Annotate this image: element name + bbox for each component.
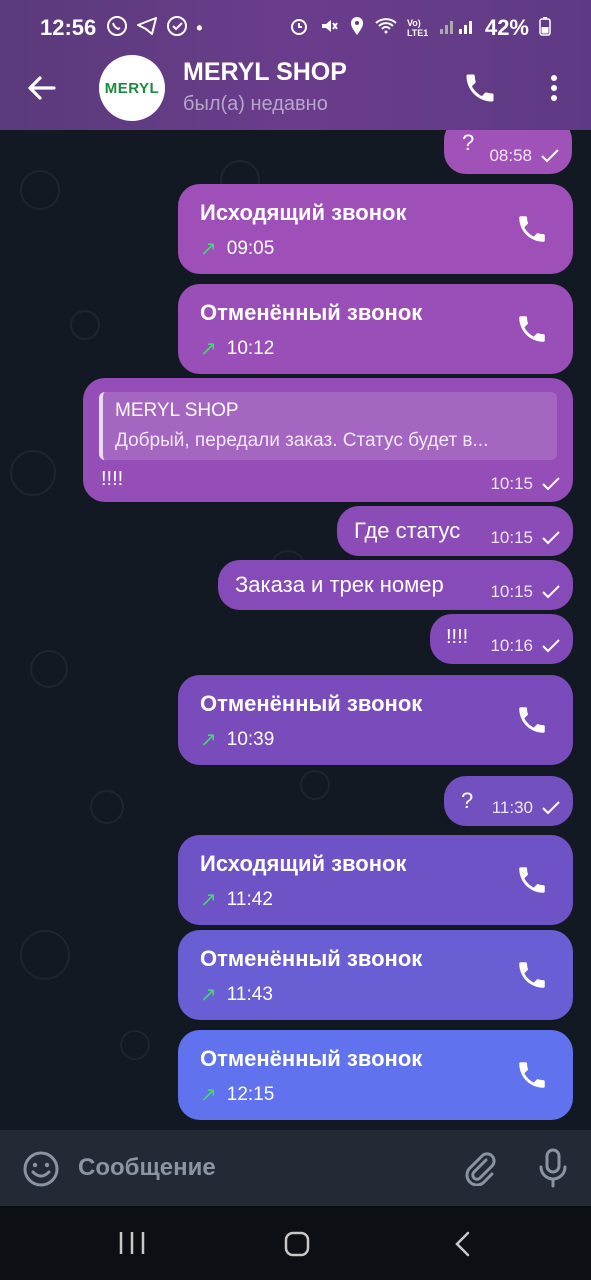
background-doodle xyxy=(120,1030,150,1060)
call-time: 11:43 xyxy=(226,983,273,1005)
message-input-bar: Сообщение xyxy=(0,1130,591,1206)
sent-check-icon xyxy=(542,531,560,545)
emoji-icon[interactable] xyxy=(22,1150,60,1188)
message-time: 08:58 xyxy=(489,146,532,165)
system-nav-bar xyxy=(0,1206,591,1280)
chat-title[interactable]: MERYL SHOP xyxy=(183,58,347,87)
outgoing-arrow-icon: ↗ xyxy=(200,1084,217,1106)
call-title: Исходящий звонок xyxy=(200,851,407,876)
background-doodle xyxy=(90,790,124,824)
message-text: Заказа и трек номер xyxy=(235,572,444,597)
outgoing-arrow-icon: ↗ xyxy=(200,729,217,751)
outgoing-arrow-icon: ↗ xyxy=(200,984,217,1006)
message-time: 10:15 xyxy=(490,582,533,601)
reply-message[interactable]: MERYL SHOP Добрый, передали заказ. Стату… xyxy=(83,378,573,502)
message-bubble[interactable]: ? 08:58 xyxy=(444,130,572,174)
message-time: 10:15 xyxy=(490,474,533,493)
chat-status: был(а) недавно xyxy=(183,93,328,115)
phone-icon[interactable] xyxy=(515,212,549,246)
background-doodle xyxy=(300,770,330,800)
status-bar: 12:56 • Vo) LTE1 42% xyxy=(0,0,591,56)
call-title: Исходящий звонок xyxy=(200,200,407,225)
message-input[interactable]: Сообщение xyxy=(78,1154,216,1182)
call-message[interactable]: Отменённый звонок ↗ 10:39 xyxy=(178,675,573,765)
call-time: 09:05 xyxy=(226,237,275,259)
avatar[interactable]: MERYL xyxy=(99,55,165,121)
message-text: !!!! xyxy=(446,626,469,648)
attach-icon[interactable] xyxy=(462,1150,498,1187)
home-icon[interactable] xyxy=(283,1230,311,1258)
call-time: 11:42 xyxy=(226,888,273,910)
background-doodle xyxy=(70,310,100,340)
call-time: 10:12 xyxy=(226,337,275,359)
message-time: 10:16 xyxy=(490,636,533,655)
outgoing-arrow-icon: ↗ xyxy=(200,889,217,911)
avatar-logo: MERYL xyxy=(104,79,160,97)
battery-percent: 42% xyxy=(484,15,529,40)
quote-text: Добрый, передали заказ. Статус будет в..… xyxy=(115,430,489,451)
status-time: 12:56 xyxy=(40,15,97,40)
message-bubble[interactable]: Где статус 10:15 xyxy=(337,506,573,556)
dot-icon: • xyxy=(196,17,203,38)
phone-icon[interactable] xyxy=(515,958,549,992)
sent-check-icon xyxy=(541,149,559,163)
outgoing-arrow-icon: ↗ xyxy=(200,338,217,360)
location-icon xyxy=(349,16,365,41)
background-doodle xyxy=(30,650,68,688)
signal-icon xyxy=(439,17,475,40)
call-title: Отменённый звонок xyxy=(200,691,423,716)
sent-check-icon xyxy=(542,801,560,815)
call-title: Отменённый звонок xyxy=(200,1046,423,1071)
mute-icon xyxy=(319,16,339,41)
nav-back-icon[interactable] xyxy=(452,1230,472,1258)
phone-icon[interactable] xyxy=(515,312,549,346)
quote-author: MERYL SHOP xyxy=(115,400,239,421)
message-text: ? xyxy=(462,130,475,155)
background-doodle xyxy=(20,170,60,210)
sent-check-icon xyxy=(542,639,560,653)
message-bubble[interactable]: !!!! 10:16 xyxy=(430,614,573,664)
alarm-icon xyxy=(289,16,309,41)
call-message[interactable]: Отменённый звонок ↗ 11:43 xyxy=(178,930,573,1020)
whatsapp-icon xyxy=(106,15,128,42)
check-circle-icon xyxy=(166,15,188,42)
message-text: !!!! xyxy=(101,468,124,490)
message-bubble[interactable]: Заказа и трек номер 10:15 xyxy=(218,560,573,610)
back-arrow-icon[interactable] xyxy=(26,72,58,104)
battery-icon xyxy=(539,16,551,41)
message-time: 11:30 xyxy=(491,798,533,817)
wifi-icon xyxy=(375,17,397,40)
sent-check-icon xyxy=(542,585,560,599)
chat-area[interactable]: ? 08:58 Исходящий звонок ↗ 09:05 Отменён… xyxy=(0,130,591,1130)
call-title: Отменённый звонок xyxy=(200,300,423,325)
sent-check-icon xyxy=(542,477,560,491)
chat-header: MERYL MERYL SHOP был(а) недавно xyxy=(0,55,591,130)
call-message[interactable]: Отменённый звонок ↗ 12:15 xyxy=(178,1030,573,1120)
background-doodle xyxy=(10,450,56,496)
microphone-icon[interactable] xyxy=(538,1148,568,1188)
call-message[interactable]: Отменённый звонок ↗ 10:12 xyxy=(178,284,573,374)
phone-icon[interactable] xyxy=(515,703,549,737)
message-bubble[interactable]: ? 11:30 xyxy=(444,776,573,826)
reply-quote[interactable]: MERYL SHOP Добрый, передали заказ. Стату… xyxy=(99,392,557,460)
message-text: ? xyxy=(461,788,474,813)
telegram-icon xyxy=(136,15,158,42)
call-message[interactable]: Исходящий звонок ↗ 11:42 xyxy=(178,835,573,925)
message-text: Где статус xyxy=(354,518,461,543)
message-time: 10:15 xyxy=(490,528,533,547)
recents-icon[interactable] xyxy=(118,1230,146,1256)
background-doodle xyxy=(20,930,70,980)
phone-icon[interactable] xyxy=(515,863,549,897)
more-menu-icon[interactable] xyxy=(542,70,566,106)
top-bar: 12:56 • Vo) LTE1 42% MERYL MERYL SHOP бы… xyxy=(0,0,591,130)
call-time: 10:39 xyxy=(226,728,275,750)
call-title: Отменённый звонок xyxy=(200,946,423,971)
call-button[interactable] xyxy=(462,70,498,106)
outgoing-arrow-icon: ↗ xyxy=(200,238,217,260)
call-time: 12:15 xyxy=(226,1083,275,1105)
phone-icon[interactable] xyxy=(515,1058,549,1092)
network-label: Vo) LTE1 xyxy=(406,18,429,38)
call-message[interactable]: Исходящий звонок ↗ 09:05 xyxy=(178,184,573,274)
